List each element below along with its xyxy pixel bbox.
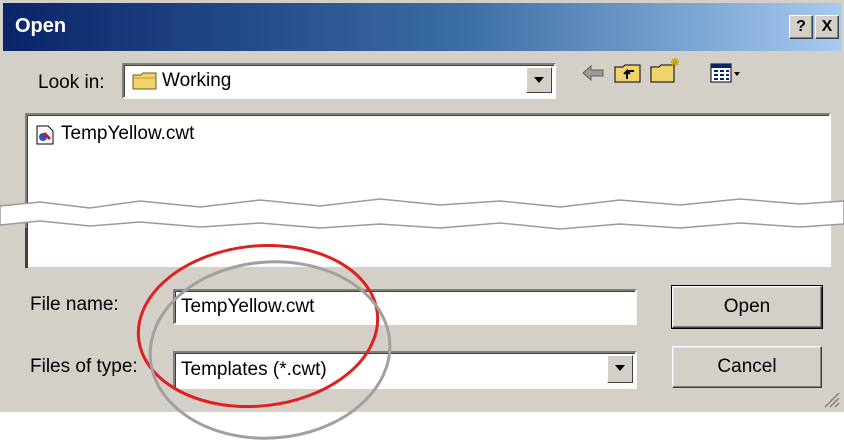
resize-grip-icon[interactable] <box>820 388 840 408</box>
close-button[interactable]: X <box>815 15 839 39</box>
folder-icon <box>132 71 158 96</box>
list-edge <box>25 228 28 268</box>
files-of-type-label: Files of type: <box>30 356 138 377</box>
files-of-type-value: Templates (*.cwt) <box>181 359 327 380</box>
files-of-type-dropdown-button[interactable] <box>607 355 633 383</box>
chevron-down-icon <box>608 364 632 372</box>
open-dialog: Open ? X Look in: Working TempYellow.cwt… <box>0 0 844 412</box>
files-of-type-combo[interactable]: Templates (*.cwt) <box>173 351 637 389</box>
file-name-label: File name: <box>30 294 119 315</box>
look-in-dropdown-button[interactable] <box>526 67 552 93</box>
torn-edge <box>0 198 844 230</box>
title-bar[interactable]: Open ? X <box>3 3 841 51</box>
chevron-down-icon <box>527 76 551 84</box>
file-list[interactable]: TempYellow.cwt <box>25 113 831 267</box>
back-icon[interactable] <box>580 62 606 89</box>
view-menu-icon[interactable] <box>710 62 742 89</box>
up-folder-icon[interactable] <box>614 62 642 89</box>
file-name-value: TempYellow.cwt <box>181 296 315 317</box>
file-name-text: TempYellow.cwt <box>61 123 195 144</box>
template-file-icon <box>35 125 55 150</box>
help-button[interactable]: ? <box>789 15 813 39</box>
cancel-button[interactable]: Cancel <box>672 346 822 388</box>
look-in-combo[interactable]: Working <box>122 63 556 99</box>
look-in-value: Working <box>162 70 232 91</box>
file-name-field[interactable]: TempYellow.cwt <box>173 289 637 325</box>
dialog-title: Open <box>15 15 67 37</box>
look-in-label: Look in: <box>38 72 105 93</box>
new-folder-icon[interactable] <box>650 56 682 89</box>
open-button[interactable]: Open <box>671 285 823 329</box>
